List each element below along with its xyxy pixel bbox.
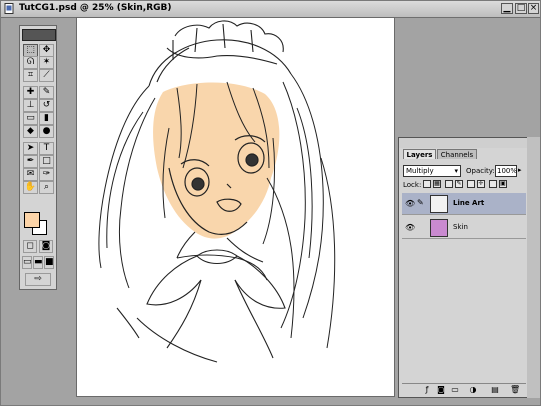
type-tool-icon[interactable]: T bbox=[39, 142, 54, 155]
headdress-lines bbox=[148, 20, 292, 87]
layer-name: Skin bbox=[453, 223, 468, 231]
jump-to-imageready-icon[interactable]: ⇨ bbox=[25, 273, 51, 286]
eye-icon[interactable]: 👁 bbox=[405, 199, 415, 209]
paintbrush-icon: ✎ bbox=[417, 198, 424, 207]
eye-icon[interactable]: 👁 bbox=[405, 223, 415, 233]
layer-thumbnail bbox=[430, 195, 448, 213]
lock-label: Lock: bbox=[403, 181, 422, 189]
blend-mode-select[interactable]: Multiply ▾ bbox=[403, 165, 461, 177]
shape-tool-icon[interactable]: □ bbox=[39, 155, 54, 168]
collar-lines bbox=[116, 231, 286, 363]
path-selection-tool-icon[interactable]: ➤ bbox=[23, 142, 38, 155]
foreground-color-swatch[interactable] bbox=[24, 212, 40, 228]
lock-position-icon: ✛ bbox=[477, 180, 485, 188]
eraser-tool-icon[interactable]: ▭ bbox=[23, 112, 38, 125]
opacity-field[interactable]: 100% bbox=[495, 165, 517, 177]
standard-screen-icon[interactable]: ▭ bbox=[22, 256, 32, 269]
toolbox-palette[interactable]: ⬚ ✥ ᘏ ✶ ⌗ ⟋ ✚ ✎ ⊥ ↺ ▭ ▮ ◆ ● ➤ T ✒ □ ✉ ✑ ✋ ⌕ ◻ ◙ ▭ ▬ ■ ⇨ bbox=[19, 25, 57, 290]
opacity-arrow-icon[interactable]: ▸ bbox=[518, 166, 522, 174]
full-screen-icon[interactable]: ■ bbox=[44, 256, 54, 269]
lock-image-checkbox[interactable] bbox=[445, 180, 453, 188]
lock-position-checkbox[interactable] bbox=[467, 180, 475, 188]
zoom-button[interactable]: □ bbox=[515, 3, 527, 14]
document-icon bbox=[4, 3, 14, 14]
tab-layers[interactable]: Layers bbox=[403, 149, 436, 159]
healing-brush-tool-icon[interactable]: ✚ bbox=[23, 86, 38, 99]
layer-style-icon[interactable]: ƒ bbox=[422, 385, 432, 395]
layers-palette: Layers Channels Multiply ▾ Opacity: 100% … bbox=[398, 137, 528, 398]
hand-tool-icon[interactable]: ✋ bbox=[23, 181, 38, 194]
eyedropper-tool-icon[interactable]: ✑ bbox=[39, 168, 54, 181]
full-screen-menu-icon[interactable]: ▬ bbox=[33, 256, 43, 269]
zoom-icon: □ bbox=[516, 3, 526, 13]
gradient-tool-icon[interactable]: ▮ bbox=[39, 112, 54, 125]
photoshop-eye-icon[interactable] bbox=[22, 29, 56, 41]
opacity-label: Opacity: bbox=[466, 167, 495, 175]
trash-icon[interactable]: 🗑 bbox=[510, 385, 520, 395]
close-button[interactable]: × bbox=[528, 3, 539, 14]
minimize-button[interactable]: ▁ bbox=[501, 3, 513, 14]
clone-stamp-tool-icon[interactable]: ⊥ bbox=[23, 99, 38, 112]
illustration bbox=[98, 20, 336, 363]
crop-tool-icon[interactable]: ⌗ bbox=[23, 69, 38, 82]
magic-wand-tool-icon[interactable]: ✶ bbox=[39, 56, 54, 69]
pen-tool-icon[interactable]: ✒ bbox=[23, 155, 38, 168]
blur-tool-icon[interactable]: ◆ bbox=[23, 125, 38, 138]
minimize-icon: ▁ bbox=[503, 3, 511, 13]
new-set-icon[interactable]: ▭ bbox=[450, 385, 460, 395]
lasso-tool-icon[interactable]: ᘏ bbox=[23, 56, 38, 69]
dodge-tool-icon[interactable]: ● bbox=[39, 125, 54, 138]
tab-channels[interactable]: Channels bbox=[437, 149, 477, 159]
title-bar[interactable]: TutCG1.psd @ 25% (Skin,RGB) ▁ □ × bbox=[1, 1, 540, 18]
layer-row-line-art[interactable]: 👁 ✎ Line Art bbox=[402, 193, 526, 215]
brush-tool-icon[interactable]: ✎ bbox=[39, 86, 54, 99]
layer-thumbnail bbox=[430, 219, 448, 237]
quick-mask-mode-icon[interactable]: ◙ bbox=[39, 240, 53, 253]
standard-mode-icon[interactable]: ◻ bbox=[23, 240, 37, 253]
slice-tool-icon[interactable]: ⟋ bbox=[39, 69, 54, 82]
history-brush-tool-icon[interactable]: ↺ bbox=[39, 99, 54, 112]
zoom-tool-icon[interactable]: ⌕ bbox=[39, 181, 54, 194]
adjustment-layer-icon[interactable]: ◑ bbox=[468, 385, 478, 395]
layer-mask-icon[interactable]: ◙ bbox=[436, 385, 446, 395]
notes-tool-icon[interactable]: ✉ bbox=[23, 168, 38, 181]
skin-fill bbox=[153, 82, 280, 239]
lock-transparency-checkbox[interactable] bbox=[423, 180, 431, 188]
close-icon: × bbox=[529, 3, 538, 13]
vertical-scrollbar[interactable] bbox=[527, 137, 540, 398]
lock-all-checkbox[interactable] bbox=[489, 180, 497, 188]
lock-image-icon: ✎ bbox=[455, 180, 463, 188]
new-layer-icon[interactable]: ▤ bbox=[490, 385, 500, 395]
blend-mode-value: Multiply bbox=[406, 167, 434, 175]
lock-transparency-icon: ▦ bbox=[433, 180, 441, 188]
lock-all-icon: ▣ bbox=[499, 180, 507, 188]
layer-name: Line Art bbox=[453, 199, 485, 207]
document-canvas[interactable] bbox=[76, 17, 395, 397]
layers-bottom-bar: ƒ ◙ ▭ ◑ ▤ 🗑 bbox=[402, 383, 526, 396]
window-title: TutCG1.psd @ 25% (Skin,RGB) bbox=[19, 3, 172, 13]
palette-title-bar[interactable] bbox=[399, 138, 527, 148]
layer-row-skin[interactable]: 👁 Skin bbox=[402, 217, 526, 239]
chevron-down-icon: ▾ bbox=[454, 167, 458, 175]
